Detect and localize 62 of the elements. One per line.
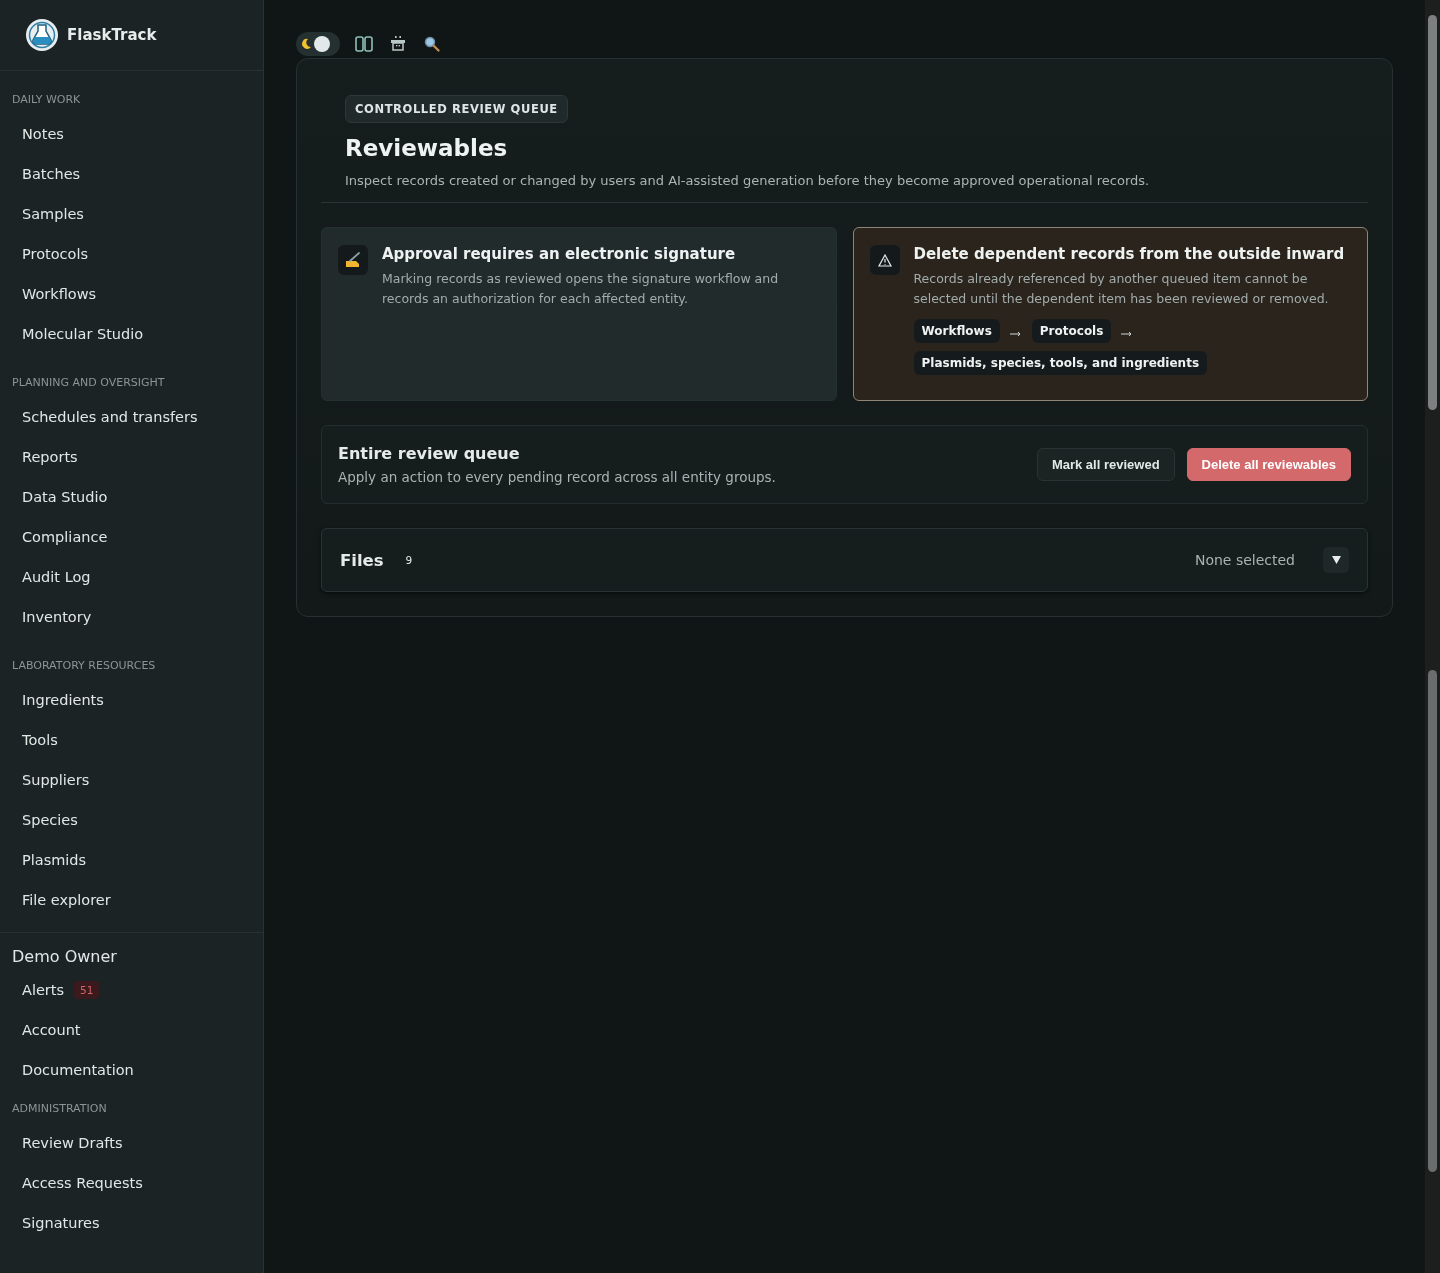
queue-title: Entire review queue <box>338 444 521 463</box>
nav-item[interactable]: Reports <box>0 437 263 477</box>
eyebrow-label: CONTROLLED REVIEW QUEUE <box>345 95 568 123</box>
nav-item[interactable]: Samples <box>0 194 263 234</box>
nav-item[interactable]: Molecular Studio <box>0 314 263 354</box>
nav-item[interactable]: Access Requests <box>0 1163 263 1203</box>
nav-item[interactable]: Alerts 51 <box>0 970 263 1010</box>
page-title: Reviewables <box>345 135 509 161</box>
page-description: Inspect records created or changed by users and AI-assisted generation before they become approved operational records. <box>345 173 1151 190</box>
section-heading: PLANNING AND OVERSIGHT <box>11 375 166 391</box>
expand-button[interactable] <box>1323 547 1349 573</box>
section-heading: DAILY WORK <box>11 92 82 108</box>
notice-title: Approval requires an electronic signature <box>382 245 737 263</box>
nav-item[interactable]: Signatures <box>0 1203 263 1243</box>
nav-item[interactable]: Species <box>0 800 263 840</box>
flask-logo-icon <box>25 18 59 52</box>
nav-item[interactable]: Schedules and transfers <box>0 397 263 437</box>
app-name: FlaskTrack <box>67 26 157 44</box>
item-count: 9 <box>405 554 413 566</box>
columns-icon[interactable] <box>354 34 374 54</box>
arrow-icon <box>1009 331 1022 337</box>
nav-item[interactable]: Review Drafts <box>0 1123 263 1163</box>
nav-item[interactable]: Notes <box>0 114 263 154</box>
nav-item[interactable]: Data Studio <box>0 477 263 517</box>
queue-description: Apply an action to every pending record across all entity groups. <box>338 469 777 485</box>
entity-chip: Protocols <box>1031 319 1112 343</box>
caret-icon <box>1331 556 1341 564</box>
robot-icon[interactable] <box>388 34 408 54</box>
section-heading: LABORATORY RESOURCES <box>11 658 157 674</box>
entity-chip: Plasmids, species, tools, and ingredients <box>913 351 1208 375</box>
nav-item[interactable]: Audit Log <box>0 557 263 597</box>
group-title: Files <box>340 550 384 570</box>
notice-text: Marking records as reviewed opens the signature workflow and records an authorization for each affected entity. <box>382 270 780 308</box>
arrow-icon <box>1121 331 1134 337</box>
writing-hand-icon <box>344 252 362 268</box>
notice-text: Records already referenced by another queued item cannot be selected until the dependent item has been reviewed or removed. <box>913 270 1330 308</box>
nav-item[interactable]: Tools <box>0 720 263 760</box>
nav-item[interactable]: Ingredients <box>0 680 263 720</box>
selection-status: None selected <box>1194 552 1295 568</box>
nav-item[interactable]: Plasmids <box>0 840 263 880</box>
notice-title: Delete dependent records from the outside inward <box>913 245 1346 263</box>
section-heading: ADMINISTRATION <box>11 1101 108 1117</box>
warning-icon <box>877 253 892 267</box>
nav-item[interactable]: File explorer <box>0 880 263 920</box>
nav-item[interactable]: Inventory <box>0 597 263 637</box>
nav-item[interactable]: Compliance <box>0 517 263 557</box>
nav-item[interactable]: Workflows <box>0 274 263 314</box>
scrollbar-thumb[interactable] <box>1428 15 1437 410</box>
nav-item[interactable]: Protocols <box>0 234 263 274</box>
nav-label: Alerts <box>22 982 65 998</box>
nav-item[interactable]: Batches <box>0 154 263 194</box>
nav-item[interactable]: Suppliers <box>0 760 263 800</box>
search-icon[interactable] <box>422 34 442 54</box>
count-badge: 51 <box>74 981 100 999</box>
moon-icon <box>300 38 312 50</box>
user-name: Demo Owner <box>0 932 263 970</box>
theme-toggle[interactable] <box>296 32 340 56</box>
scrollbar-thumb[interactable] <box>1428 670 1437 1172</box>
nav-item[interactable]: Documentation <box>0 1050 263 1090</box>
mark-reviewed-button[interactable]: Mark all reviewed <box>1036 448 1175 481</box>
nav-item[interactable]: Account <box>0 1010 263 1050</box>
entity-chip: Workflows <box>913 319 1000 343</box>
